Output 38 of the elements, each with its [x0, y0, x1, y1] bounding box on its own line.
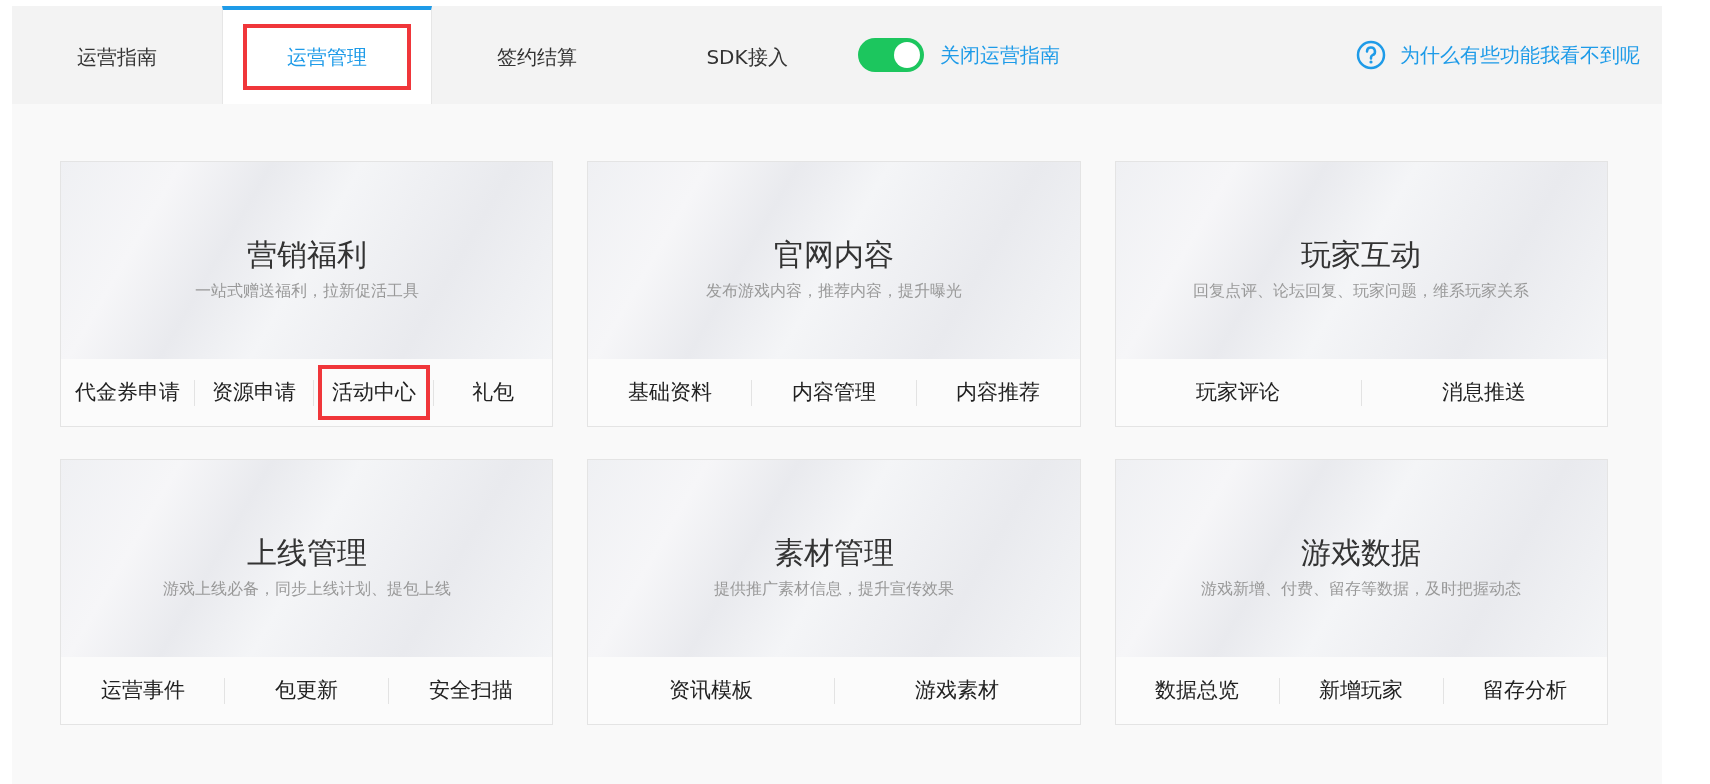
tab[interactable]: SDK接入: [642, 6, 852, 104]
card-link[interactable]: 代金券申请: [61, 364, 194, 421]
tab-label: 运营指南: [76, 44, 158, 71]
card-link[interactable]: 游戏素材: [901, 662, 1014, 719]
card-title: 素材管理: [774, 534, 894, 572]
card-link[interactable]: 安全扫描: [414, 662, 527, 719]
card-link[interactable]: 内容推荐: [942, 364, 1055, 421]
help-icon: [1356, 40, 1386, 70]
tab-label: SDK接入: [705, 44, 789, 71]
card-link[interactable]: 礼包: [458, 364, 529, 421]
card-link[interactable]: 留存分析: [1469, 662, 1582, 719]
card-link[interactable]: 资源申请: [198, 364, 311, 421]
card-subtitle: 发布游戏内容，推荐内容，提升曝光: [706, 280, 962, 302]
card-title: 玩家互动: [1301, 236, 1422, 274]
toggle-switch[interactable]: [858, 38, 924, 72]
card-subtitle: 游戏上线必备，同步上线计划、提包上线: [162, 578, 451, 600]
tab[interactable]: 签约结算: [432, 6, 642, 104]
card-title: 上线管理: [246, 534, 367, 572]
card-link[interactable]: 活动中心: [317, 364, 430, 421]
tab[interactable]: 运营指南: [12, 6, 222, 104]
card-link[interactable]: 消息推送: [1428, 364, 1541, 421]
card-link[interactable]: 运营事件: [86, 662, 199, 719]
card-link[interactable]: 新增玩家: [1305, 662, 1418, 719]
card-subtitle: 游戏新增、付费、留存等数据，及时把握动态: [1201, 578, 1522, 600]
card-link[interactable]: 基础资料: [613, 364, 726, 421]
card-link[interactable]: 资讯模板: [654, 662, 767, 719]
tab-label: 签约结算: [496, 44, 578, 71]
card-subtitle: 一站式赠送福利，拉新促活工具: [194, 280, 419, 302]
card-title: 游戏数据: [1301, 534, 1422, 572]
card-link[interactable]: 数据总览: [1141, 662, 1254, 719]
card-link[interactable]: 内容管理: [778, 364, 890, 421]
tab-label: 运营管理: [243, 24, 411, 90]
card-title: 官网内容: [774, 236, 894, 274]
card-link[interactable]: 包更新: [261, 662, 353, 719]
card-link[interactable]: 玩家评论: [1182, 364, 1295, 421]
card-subtitle: 提供推广素材信息，提升宣传效果: [714, 578, 954, 600]
card-title: 营销福利: [246, 236, 367, 274]
card-subtitle: 回复点评、论坛回复、玩家问题，维系玩家关系: [1193, 280, 1530, 302]
